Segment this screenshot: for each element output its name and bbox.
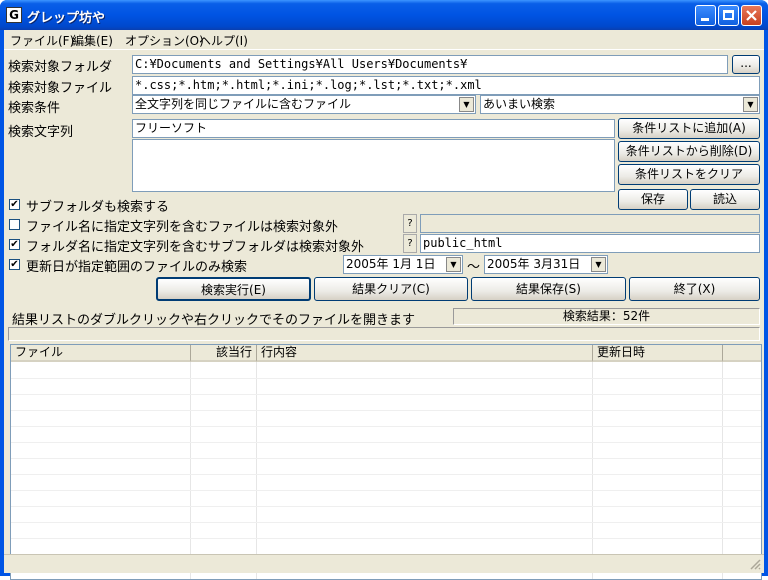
chevron-down-icon[interactable]: ▼ bbox=[591, 257, 606, 272]
grid-line bbox=[11, 506, 761, 507]
exclude-file-help-button[interactable]: ? bbox=[403, 214, 417, 233]
date-range-label: 更新日が指定範囲のファイルのみ検索 bbox=[26, 260, 248, 275]
grid-line bbox=[11, 410, 761, 411]
column-date[interactable]: 更新日時 bbox=[593, 345, 723, 362]
minimize-icon bbox=[701, 18, 709, 21]
grid-line bbox=[11, 522, 761, 523]
column-filler bbox=[723, 345, 761, 362]
title-bar[interactable]: G グレップ坊や bbox=[0, 0, 768, 30]
save-results-button[interactable]: 結果保存(S) bbox=[471, 277, 626, 301]
menu-bar: ファイル(F) 編集(E) オプション(O) ヘルプ(I) bbox=[4, 30, 764, 50]
chevron-down-icon[interactable]: ▼ bbox=[446, 257, 461, 272]
result-hint-text: 結果リストのダブルクリックや右クリックでそのファイルを開きます bbox=[12, 313, 416, 328]
search-string-input[interactable]: フリーソフト bbox=[132, 119, 615, 138]
result-list[interactable]: ファイル 該当行 行内容 更新日時 bbox=[10, 344, 762, 580]
date-to-value: 2005年 3月31日 bbox=[487, 257, 581, 271]
exclude-folder-help-button[interactable]: ? bbox=[403, 234, 417, 253]
run-search-button[interactable]: 検索実行(E) bbox=[156, 277, 311, 301]
close-icon bbox=[746, 10, 757, 21]
grid-line bbox=[11, 538, 761, 539]
maximize-icon bbox=[723, 10, 734, 20]
grid-line bbox=[11, 394, 761, 395]
window-title: グレップ坊や bbox=[27, 11, 106, 26]
menu-edit[interactable]: 編集(E) bbox=[72, 32, 113, 49]
grid-line bbox=[11, 442, 761, 443]
app-icon: G bbox=[6, 7, 22, 23]
chevron-down-icon[interactable]: ▼ bbox=[459, 97, 474, 112]
add-condition-button[interactable]: 条件リストに追加(A) bbox=[618, 118, 760, 139]
clear-results-button[interactable]: 結果クリア(C) bbox=[314, 277, 468, 301]
condition-label: 検索条件 bbox=[8, 101, 61, 116]
exclude-file-checkbox[interactable] bbox=[9, 219, 20, 230]
subfolder-label: サブフォルダも検索する bbox=[26, 200, 170, 215]
column-file[interactable]: ファイル bbox=[11, 345, 191, 362]
condition-list[interactable] bbox=[132, 139, 615, 192]
menu-help[interactable]: ヘルプ(I) bbox=[199, 32, 248, 49]
search-string-label: 検索文字列 bbox=[8, 125, 74, 140]
exclude-file-input[interactable] bbox=[420, 214, 760, 233]
load-conditions-button[interactable]: 読込 bbox=[690, 189, 760, 210]
save-conditions-button[interactable]: 保存 bbox=[618, 189, 688, 210]
application-window: G グレップ坊や ファイル(F) 編集(E) オプション(O) ヘルプ(I) 検… bbox=[0, 0, 768, 580]
result-count: 検索結果：52件 bbox=[453, 308, 760, 325]
clear-conditions-button[interactable]: 条件リストをクリア bbox=[618, 164, 760, 185]
resize-grip-icon[interactable] bbox=[749, 558, 761, 570]
menu-file[interactable]: ファイル(F) bbox=[10, 32, 74, 49]
grid-line bbox=[11, 378, 761, 379]
subfolder-checkbox[interactable]: ✔ bbox=[9, 199, 20, 210]
menu-options[interactable]: オプション(O) bbox=[125, 32, 204, 49]
date-to-picker[interactable]: 2005年 3月31日 ▼ bbox=[484, 255, 608, 274]
browse-button[interactable]: ... bbox=[732, 55, 760, 74]
date-range-checkbox[interactable]: ✔ bbox=[9, 259, 20, 270]
exclude-folder-label: フォルダ名に指定文字列を含むサブフォルダは検索対象外 bbox=[26, 240, 365, 255]
column-line[interactable]: 該当行 bbox=[191, 345, 257, 362]
status-bar bbox=[4, 554, 764, 573]
date-from-value: 2005年 1月 1日 bbox=[346, 257, 436, 271]
condition-select-value: 全文字列を同じファイルに含むファイル bbox=[135, 97, 352, 111]
exclude-folder-input[interactable]: public_html bbox=[420, 234, 760, 253]
remove-condition-button[interactable]: 条件リストから削除(D) bbox=[618, 141, 760, 162]
client-area: ファイル(F) 編集(E) オプション(O) ヘルプ(I) 検索対象フォルダ C… bbox=[4, 30, 764, 580]
progress-bar bbox=[8, 327, 760, 341]
condition-select[interactable]: 全文字列を同じファイルに含むファイル ▼ bbox=[132, 95, 476, 114]
folder-label: 検索対象フォルダ bbox=[8, 60, 113, 75]
chevron-down-icon[interactable]: ▼ bbox=[743, 97, 758, 112]
exclude-file-label: ファイル名に指定文字列を含むファイルは検索対象外 bbox=[26, 220, 339, 235]
close-button[interactable] bbox=[741, 5, 762, 26]
grid-line bbox=[11, 426, 761, 427]
minimize-button[interactable] bbox=[695, 5, 716, 26]
file-pattern-input[interactable]: *.css;*.htm;*.html;*.ini;*.log;*.lst;*.t… bbox=[132, 76, 760, 95]
date-from-picker[interactable]: 2005年 1月 1日 ▼ bbox=[343, 255, 463, 274]
grid-line bbox=[11, 490, 761, 491]
maximize-button[interactable] bbox=[718, 5, 739, 26]
exclude-folder-checkbox[interactable]: ✔ bbox=[9, 239, 20, 250]
search-mode-select[interactable]: あいまい検索 ▼ bbox=[480, 95, 760, 114]
date-range-separator: ～ bbox=[467, 260, 481, 275]
search-mode-value: あいまい検索 bbox=[483, 97, 556, 111]
exit-button[interactable]: 終了(X) bbox=[629, 277, 760, 301]
column-content[interactable]: 行内容 bbox=[257, 345, 593, 362]
grid-line bbox=[11, 474, 761, 475]
grid-line bbox=[11, 458, 761, 459]
file-label: 検索対象ファイル bbox=[8, 81, 113, 96]
folder-input[interactable]: C:¥Documents and Settings¥All Users¥Docu… bbox=[132, 55, 728, 74]
